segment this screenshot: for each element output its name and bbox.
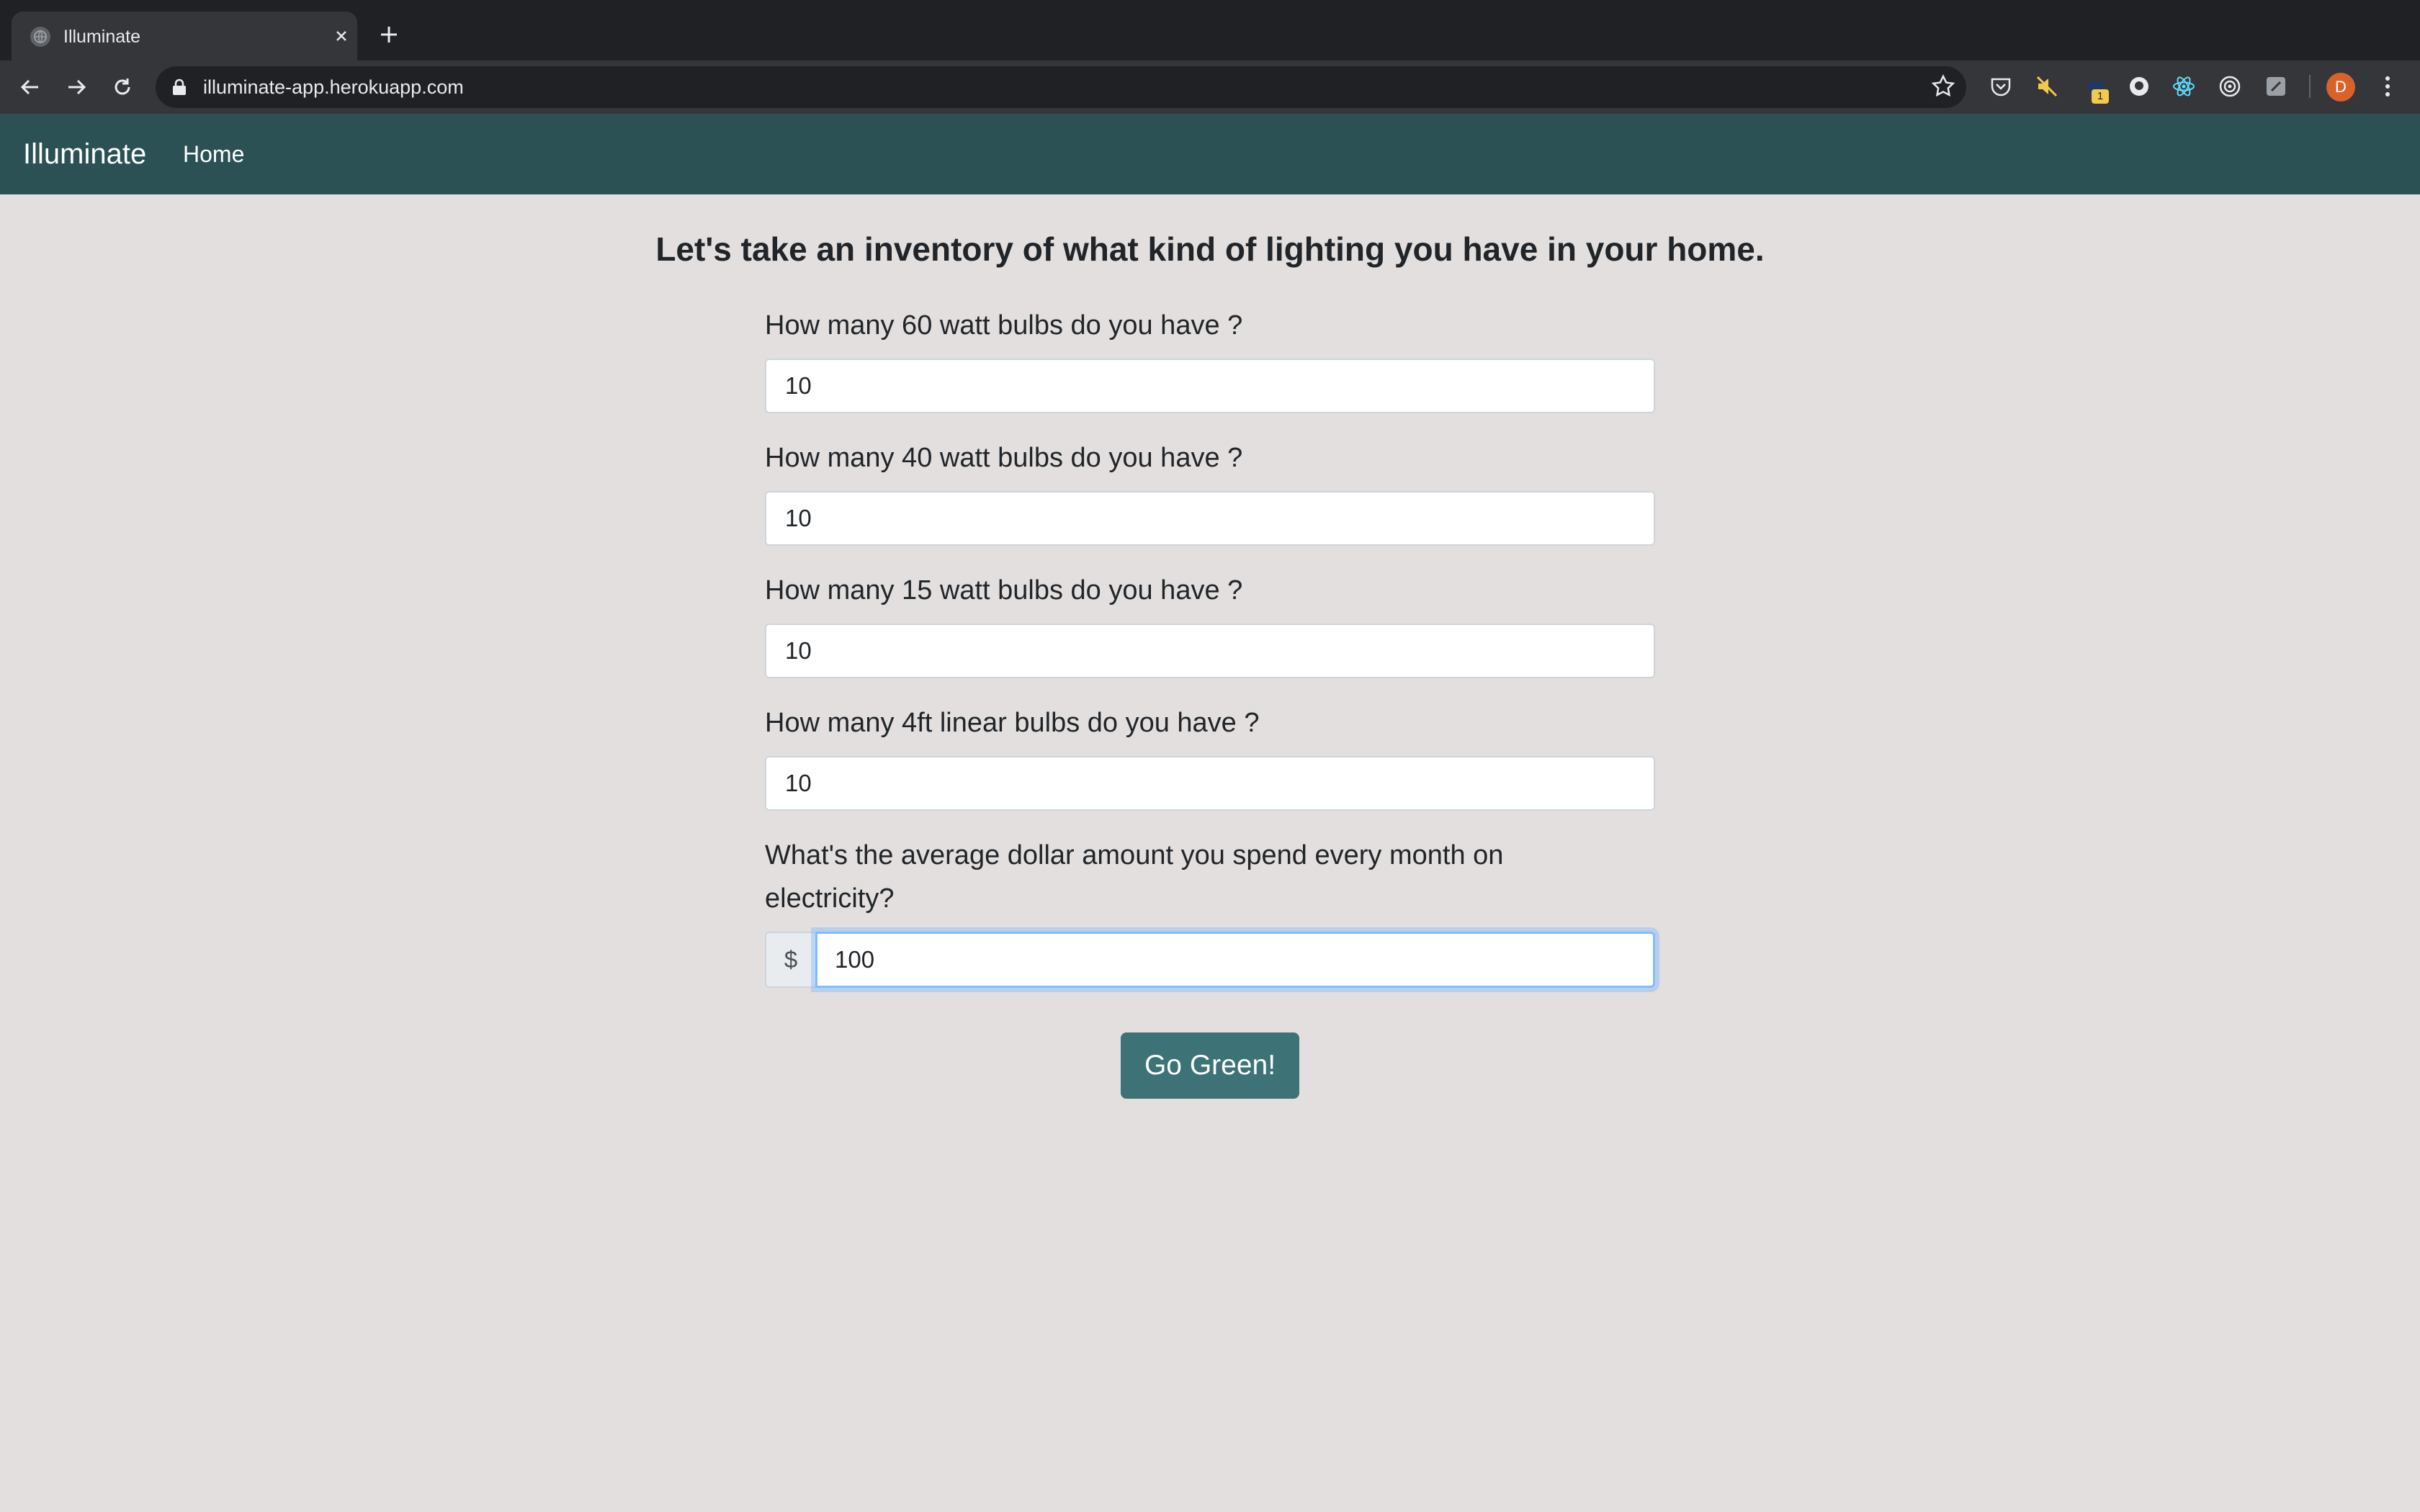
address-bar[interactable]: illuminate-app.herokuapp.com bbox=[156, 66, 1966, 108]
app-navbar: Illuminate Home bbox=[0, 114, 2420, 194]
bulbs-4ft-linear-label: How many 4ft linear bulbs do you have ? bbox=[765, 708, 1260, 738]
go-green-button[interactable]: Go Green! bbox=[1121, 1032, 1299, 1099]
electricity-spend-label-line1: What's the average dollar amount you spe… bbox=[765, 840, 1504, 870]
extension-badge: 1 bbox=[2092, 89, 2109, 104]
target-icon[interactable] bbox=[2215, 72, 2244, 101]
bulbs-60w-input[interactable] bbox=[765, 359, 1655, 413]
url-text: illuminate-app.herokuapp.com bbox=[203, 76, 464, 98]
browser-tab[interactable]: Illuminate bbox=[12, 12, 357, 60]
puzzle-extension-icon[interactable] bbox=[2262, 72, 2290, 101]
electricity-spend-input[interactable] bbox=[815, 932, 1655, 988]
bulbs-60w-label: How many 60 watt bulbs do you have ? bbox=[765, 310, 1243, 341]
react-devtools-icon[interactable] bbox=[2169, 72, 2198, 101]
page-title: Let's take an inventory of what kind of … bbox=[655, 230, 1765, 268]
github-icon[interactable] bbox=[2125, 72, 2154, 101]
reload-icon[interactable] bbox=[108, 73, 137, 102]
toolbar-divider bbox=[2309, 75, 2311, 98]
pocket-icon[interactable] bbox=[1986, 72, 2015, 101]
forward-arrow-icon[interactable] bbox=[62, 73, 91, 102]
lock-icon bbox=[173, 78, 186, 95]
globe-icon bbox=[30, 27, 50, 47]
close-icon[interactable] bbox=[330, 24, 353, 48]
bookmark-star-icon[interactable] bbox=[1929, 72, 1958, 101]
nav-link-home[interactable]: Home bbox=[183, 140, 244, 168]
muted-speaker-icon[interactable] bbox=[2033, 72, 2061, 101]
browser-tabstrip: Illuminate bbox=[0, 0, 2420, 60]
bulbs-15w-label: How many 15 watt bulbs do you have ? bbox=[765, 575, 1243, 606]
bulbs-40w-label: How many 40 watt bulbs do you have ? bbox=[765, 443, 1243, 473]
new-tab-plus-icon[interactable] bbox=[375, 20, 403, 49]
back-arrow-icon[interactable] bbox=[16, 73, 45, 102]
bulbs-40w-input[interactable] bbox=[765, 491, 1655, 546]
electricity-spend-label-line2: electricity? bbox=[765, 883, 895, 914]
dollar-prefix: $ bbox=[765, 932, 815, 988]
more-menu-icon[interactable] bbox=[2377, 72, 2398, 101]
bulbs-4ft-linear-input[interactable] bbox=[765, 756, 1655, 811]
brand-logo-text[interactable]: Illuminate bbox=[23, 137, 146, 171]
profile-avatar[interactable]: D bbox=[2326, 73, 2355, 102]
tab-title: Illuminate bbox=[63, 27, 140, 47]
bulbs-15w-input[interactable] bbox=[765, 624, 1655, 678]
